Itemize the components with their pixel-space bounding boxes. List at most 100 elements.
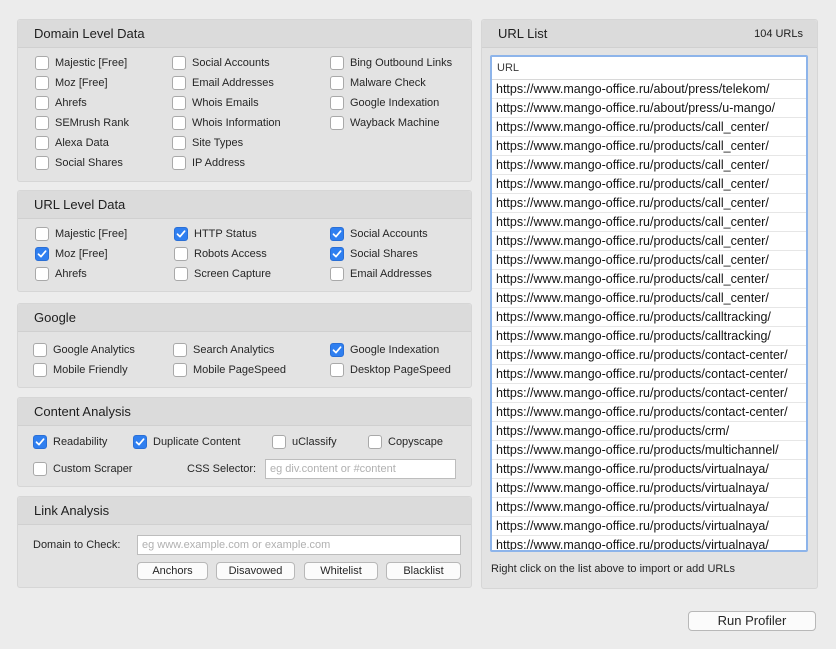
url-row[interactable]: https://www.mango-office.ru/products/cal… (492, 175, 806, 194)
url-row[interactable]: https://www.mango-office.ru/products/cal… (492, 327, 806, 346)
url-row[interactable]: https://www.mango-office.ru/products/cal… (492, 308, 806, 327)
content-option-copyscape[interactable]: Copyscape (368, 434, 443, 450)
domain-option-whois-information[interactable]: Whois Information (172, 115, 281, 131)
anchors-button[interactable]: Anchors (137, 562, 208, 580)
url-option-http-status[interactable]: HTTP Status (174, 226, 257, 242)
url-list[interactable]: URL https://www.mango-office.ru/about/pr… (490, 55, 808, 552)
url-row[interactable]: https://www.mango-office.ru/products/cal… (492, 270, 806, 289)
url-column-header[interactable]: URL (492, 57, 806, 80)
checkbox[interactable] (33, 343, 47, 357)
checkbox[interactable] (174, 267, 188, 281)
url-row[interactable]: https://www.mango-office.ru/products/cal… (492, 137, 806, 156)
url-row[interactable]: https://www.mango-office.ru/products/vir… (492, 517, 806, 536)
url-row[interactable]: https://www.mango-office.ru/products/con… (492, 384, 806, 403)
url-row[interactable]: https://www.mango-office.ru/products/vir… (492, 460, 806, 479)
url-row[interactable]: https://www.mango-office.ru/products/cal… (492, 156, 806, 175)
checkbox[interactable] (173, 363, 187, 377)
checkbox[interactable] (172, 56, 186, 70)
checkbox[interactable] (35, 136, 49, 150)
url-row[interactable]: https://www.mango-office.ru/products/mul… (492, 441, 806, 460)
checkbox-checked[interactable] (330, 247, 344, 261)
domain-option-semrush-rank[interactable]: SEMrush Rank (35, 115, 129, 131)
url-row[interactable]: https://www.mango-office.ru/about/press/… (492, 80, 806, 99)
checkbox[interactable] (330, 267, 344, 281)
google-option-mobile-friendly[interactable]: Mobile Friendly (33, 362, 128, 378)
content-option-readability[interactable]: Readability (33, 434, 107, 450)
checkbox-checked[interactable] (330, 227, 344, 241)
checkbox[interactable] (330, 363, 344, 377)
domain-option-malware-check[interactable]: Malware Check (330, 75, 426, 91)
checkbox[interactable] (174, 247, 188, 261)
content-option-custom-scraper[interactable]: Custom Scraper (33, 461, 132, 477)
whitelist-button[interactable]: Whitelist (304, 562, 378, 580)
google-option-search-analytics[interactable]: Search Analytics (173, 342, 274, 358)
checkbox[interactable] (35, 76, 49, 90)
checkbox[interactable] (330, 56, 344, 70)
checkbox-checked[interactable] (35, 247, 49, 261)
google-option-mobile-pagespeed[interactable]: Mobile PageSpeed (173, 362, 286, 378)
checkbox[interactable] (330, 116, 344, 130)
url-option-majestic-free[interactable]: Majestic [Free] (35, 226, 127, 242)
google-option-google-indexation[interactable]: Google Indexation (330, 342, 439, 358)
url-row[interactable]: https://www.mango-office.ru/products/cal… (492, 194, 806, 213)
css-selector-input[interactable] (265, 459, 456, 479)
domain-option-alexa-data[interactable]: Alexa Data (35, 135, 109, 151)
checkbox-checked[interactable] (174, 227, 188, 241)
run-profiler-button[interactable]: Run Profiler (688, 611, 816, 631)
url-row[interactable]: https://www.mango-office.ru/products/vir… (492, 536, 806, 550)
google-option-google-analytics[interactable]: Google Analytics (33, 342, 135, 358)
checkbox[interactable] (35, 267, 49, 281)
checkbox[interactable] (172, 116, 186, 130)
domain-option-wayback-machine[interactable]: Wayback Machine (330, 115, 439, 131)
url-row[interactable]: https://www.mango-office.ru/products/vir… (492, 479, 806, 498)
domain-option-whois-emails[interactable]: Whois Emails (172, 95, 259, 111)
checkbox[interactable] (172, 156, 186, 170)
checkbox-checked[interactable] (33, 435, 47, 449)
checkbox[interactable] (35, 156, 49, 170)
checkbox[interactable] (330, 96, 344, 110)
url-option-social-accounts[interactable]: Social Accounts (330, 226, 428, 242)
checkbox[interactable] (368, 435, 382, 449)
checkbox[interactable] (35, 96, 49, 110)
url-row[interactable]: https://www.mango-office.ru/products/cal… (492, 213, 806, 232)
url-row[interactable]: https://www.mango-office.ru/products/vir… (492, 498, 806, 517)
checkbox[interactable] (172, 96, 186, 110)
checkbox-checked[interactable] (133, 435, 147, 449)
url-option-ahrefs[interactable]: Ahrefs (35, 266, 87, 282)
url-row[interactable]: https://www.mango-office.ru/products/cal… (492, 118, 806, 137)
url-row[interactable]: https://www.mango-office.ru/about/press/… (492, 99, 806, 118)
checkbox[interactable] (330, 76, 344, 90)
checkbox[interactable] (172, 136, 186, 150)
url-row[interactable]: https://www.mango-office.ru/products/cal… (492, 289, 806, 308)
domain-to-check-input[interactable] (137, 535, 461, 555)
checkbox[interactable] (33, 363, 47, 377)
disavowed-button[interactable]: Disavowed (216, 562, 295, 580)
url-option-email-addresses[interactable]: Email Addresses (330, 266, 432, 282)
domain-option-majestic-free[interactable]: Majestic [Free] (35, 55, 127, 71)
domain-option-email-addresses[interactable]: Email Addresses (172, 75, 274, 91)
google-option-desktop-pagespeed[interactable]: Desktop PageSpeed (330, 362, 451, 378)
domain-option-bing-outbound-links[interactable]: Bing Outbound Links (330, 55, 452, 71)
checkbox[interactable] (35, 56, 49, 70)
checkbox[interactable] (172, 76, 186, 90)
domain-option-moz-free[interactable]: Moz [Free] (35, 75, 108, 91)
content-option-duplicate-content[interactable]: Duplicate Content (133, 434, 240, 450)
checkbox-checked[interactable] (330, 343, 344, 357)
url-row[interactable]: https://www.mango-office.ru/products/cal… (492, 232, 806, 251)
url-row[interactable]: https://www.mango-office.ru/products/cal… (492, 251, 806, 270)
content-option-uclassify[interactable]: uClassify (272, 434, 337, 450)
domain-option-ahrefs[interactable]: Ahrefs (35, 95, 87, 111)
checkbox[interactable] (35, 227, 49, 241)
url-option-moz-free[interactable]: Moz [Free] (35, 246, 108, 262)
url-option-screen-capture[interactable]: Screen Capture (174, 266, 271, 282)
checkbox[interactable] (272, 435, 286, 449)
url-row[interactable]: https://www.mango-office.ru/products/con… (492, 346, 806, 365)
url-option-social-shares[interactable]: Social Shares (330, 246, 418, 262)
domain-option-google-indexation[interactable]: Google Indexation (330, 95, 439, 111)
domain-option-ip-address[interactable]: IP Address (172, 155, 245, 171)
domain-option-social-shares[interactable]: Social Shares (35, 155, 123, 171)
url-row[interactable]: https://www.mango-office.ru/products/con… (492, 365, 806, 384)
domain-option-site-types[interactable]: Site Types (172, 135, 243, 151)
domain-option-social-accounts[interactable]: Social Accounts (172, 55, 270, 71)
checkbox[interactable] (33, 462, 47, 476)
